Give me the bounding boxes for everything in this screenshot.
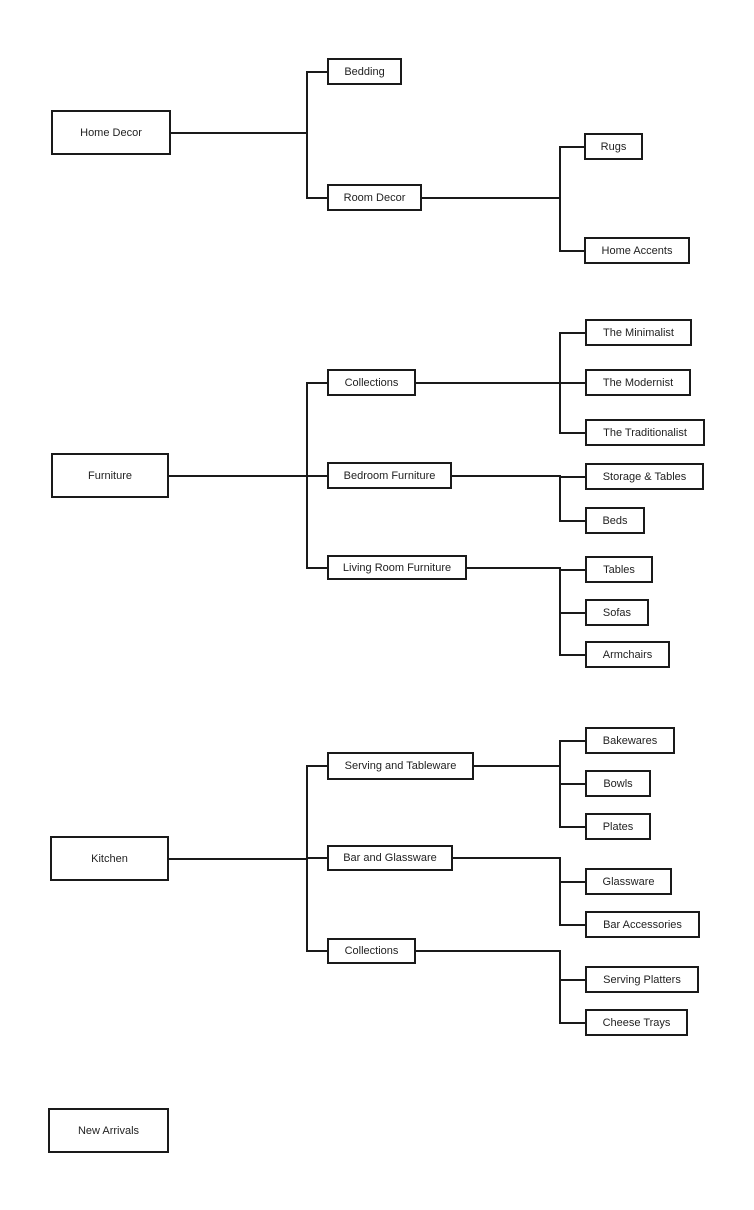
branch-bar-accessories bbox=[560, 923, 586, 926]
category-node-collections[interactable]: Collections bbox=[327, 938, 416, 964]
node-label: Bedding bbox=[344, 65, 385, 78]
node-label: The Modernist bbox=[602, 376, 674, 389]
node-label: Sofas bbox=[602, 606, 632, 619]
connector-furniture bbox=[169, 474, 308, 477]
node-label: Serving Platters bbox=[603, 973, 681, 986]
root-node-new-arrivals[interactable]: New Arrivals bbox=[48, 1108, 169, 1153]
node-label: Living Room Furniture bbox=[342, 561, 452, 574]
branch-bar-and-glassware bbox=[307, 857, 328, 859]
trunk-home-decor bbox=[306, 70, 308, 199]
branch-bakewares bbox=[560, 739, 586, 742]
branch-plates bbox=[560, 825, 586, 828]
branch-storage-and-tables bbox=[560, 475, 586, 478]
subcategory-node-the-traditionalist[interactable]: The Traditionalist bbox=[585, 419, 705, 446]
node-label: Cheese Trays bbox=[602, 1016, 671, 1029]
node-label: Bedroom Furniture bbox=[343, 469, 436, 482]
subcategory-node-the-minimalist[interactable]: The Minimalist bbox=[585, 319, 692, 346]
branch-collections bbox=[307, 950, 328, 952]
branch-home-accents bbox=[560, 249, 585, 252]
category-node-serving-and-tableware[interactable]: Serving and Tableware bbox=[327, 752, 474, 780]
connector-serving-and-tableware bbox=[474, 765, 561, 767]
node-label: Furniture bbox=[87, 469, 133, 482]
node-label: Collections bbox=[344, 945, 399, 957]
subcategory-node-rugs[interactable]: Rugs bbox=[584, 133, 643, 160]
category-node-collections[interactable]: Collections bbox=[327, 369, 416, 396]
branch-the-minimalist bbox=[560, 331, 586, 334]
subcategory-node-serving-platters[interactable]: Serving Platters bbox=[585, 966, 699, 993]
branch-serving-platters bbox=[560, 978, 586, 981]
category-node-bar-and-glassware[interactable]: Bar and Glassware bbox=[327, 845, 453, 871]
connector-collections bbox=[416, 381, 561, 384]
branch-living-room-furniture bbox=[307, 566, 328, 569]
branch-sofas bbox=[560, 611, 586, 614]
branch-tables bbox=[560, 568, 586, 571]
node-label: Rugs bbox=[600, 140, 627, 153]
node-label: Armchairs bbox=[602, 648, 653, 661]
subcategory-node-sofas[interactable]: Sofas bbox=[585, 599, 649, 626]
node-label: Storage & Tables bbox=[602, 470, 687, 483]
node-label: The Traditionalist bbox=[603, 426, 687, 439]
node-label: The Minimalist bbox=[603, 326, 674, 339]
subcategory-node-glassware[interactable]: Glassware bbox=[585, 868, 672, 895]
branch-armchairs bbox=[560, 653, 586, 656]
node-label: Glassware bbox=[602, 875, 655, 888]
branch-serving-and-tableware bbox=[307, 765, 328, 767]
node-label: Kitchen bbox=[91, 852, 128, 865]
branch-beds bbox=[560, 519, 586, 522]
subcategory-node-storage-and-tables[interactable]: Storage & Tables bbox=[585, 463, 704, 490]
node-label: Collections bbox=[344, 376, 399, 389]
subcategory-node-home-accents[interactable]: Home Accents bbox=[584, 237, 690, 264]
subcategory-node-bar-accessories[interactable]: Bar Accessories bbox=[585, 911, 700, 938]
node-label: Bar and Glassware bbox=[343, 852, 437, 864]
subcategory-node-cheese-trays[interactable]: Cheese Trays bbox=[585, 1009, 688, 1036]
branch-bowls bbox=[560, 782, 586, 785]
node-label: Bar Accessories bbox=[603, 918, 682, 931]
node-label: Bakewares bbox=[602, 734, 658, 747]
connector-bar-and-glassware bbox=[453, 857, 561, 859]
node-label: Serving and Tableware bbox=[344, 760, 457, 772]
branch-room-decor bbox=[307, 196, 328, 199]
category-node-bedroom-furniture[interactable]: Bedroom Furniture bbox=[327, 462, 452, 489]
subcategory-node-tables[interactable]: Tables bbox=[585, 556, 653, 583]
branch-the-modernist bbox=[560, 381, 586, 384]
subcategory-node-beds[interactable]: Beds bbox=[585, 507, 645, 534]
node-label: Home Decor bbox=[80, 126, 142, 139]
connector-living-room-furniture bbox=[467, 566, 561, 569]
node-label: Beds bbox=[602, 514, 628, 527]
root-node-home-decor[interactable]: Home Decor bbox=[51, 110, 171, 155]
trunk-collections bbox=[559, 950, 561, 1024]
trunk-bedroom-furniture bbox=[559, 474, 561, 522]
branch-bedding bbox=[307, 70, 328, 73]
connector-bedroom-furniture bbox=[452, 474, 561, 477]
node-label: New Arrivals bbox=[77, 1124, 140, 1137]
node-label: Bowls bbox=[603, 777, 633, 790]
connector-kitchen bbox=[169, 857, 308, 860]
sitemap-diagram: Home Decor Bedding Room Decor Rugs Home Acce… bbox=[0, 0, 754, 1210]
node-label: Tables bbox=[603, 563, 635, 576]
node-label: Home Accents bbox=[601, 244, 673, 257]
connector-collections bbox=[416, 950, 561, 952]
category-node-living-room-furniture[interactable]: Living Room Furniture bbox=[327, 555, 467, 580]
branch-the-traditionalist bbox=[560, 431, 586, 434]
subcategory-node-plates[interactable]: Plates bbox=[585, 813, 651, 840]
subcategory-node-armchairs[interactable]: Armchairs bbox=[585, 641, 670, 668]
category-node-bedding[interactable]: Bedding bbox=[327, 58, 402, 85]
trunk-bar-and-glassware bbox=[559, 857, 561, 926]
branch-bedroom-furniture bbox=[307, 474, 328, 477]
root-node-furniture[interactable]: Furniture bbox=[51, 453, 169, 498]
category-node-room-decor[interactable]: Room Decor bbox=[327, 184, 422, 211]
subcategory-node-bowls[interactable]: Bowls bbox=[585, 770, 651, 797]
connector-home-decor bbox=[171, 131, 308, 134]
node-label: Plates bbox=[602, 820, 634, 833]
subcategory-node-the-modernist[interactable]: The Modernist bbox=[585, 369, 691, 396]
node-label: Room Decor bbox=[343, 191, 406, 204]
branch-cheese-trays bbox=[560, 1021, 586, 1024]
branch-rugs bbox=[560, 145, 585, 148]
connector-room-decor bbox=[422, 196, 561, 199]
branch-collections bbox=[307, 381, 328, 384]
trunk-room-decor bbox=[559, 145, 561, 252]
branch-glassware bbox=[560, 880, 586, 883]
root-node-kitchen[interactable]: Kitchen bbox=[50, 836, 169, 881]
subcategory-node-bakewares[interactable]: Bakewares bbox=[585, 727, 675, 754]
